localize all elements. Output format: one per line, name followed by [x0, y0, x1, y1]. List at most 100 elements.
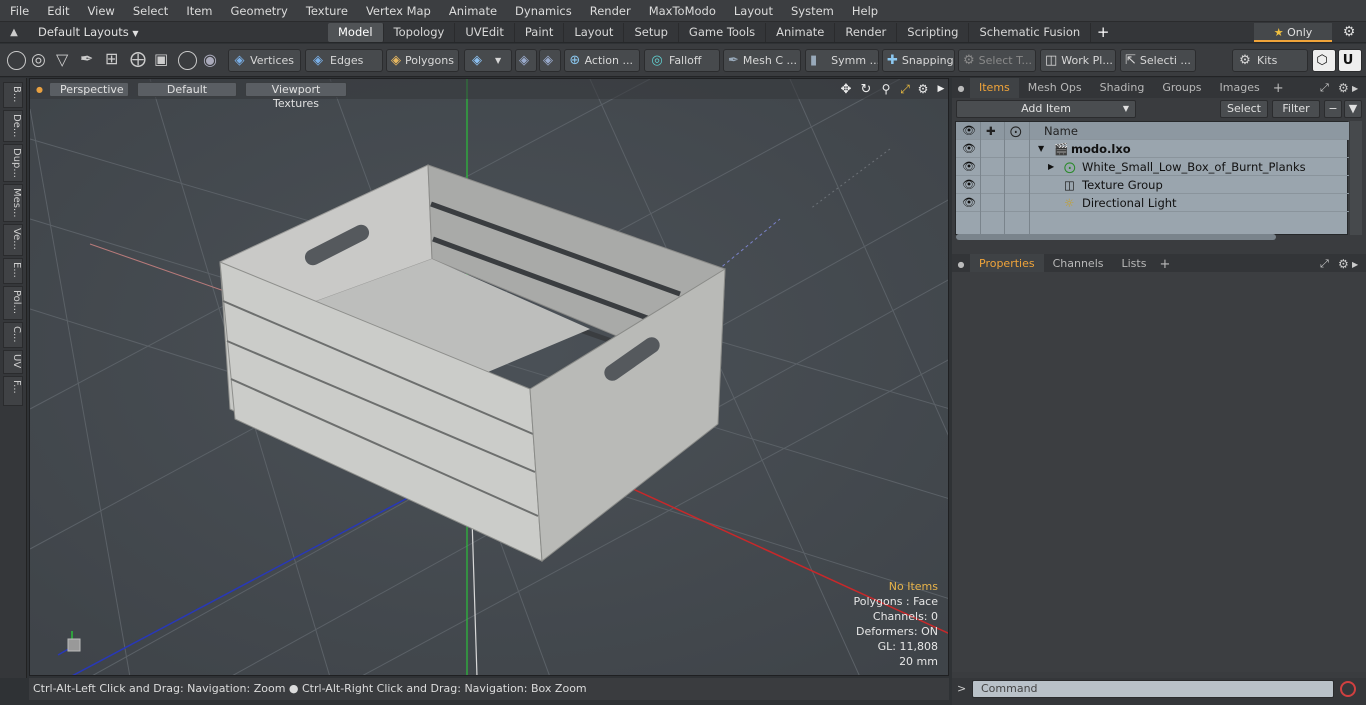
record-macro-icon[interactable]: [1340, 681, 1356, 697]
snapping-button[interactable]: ✚ Snapping: [882, 49, 955, 72]
viewport-textures-button[interactable]: Viewport Textures: [244, 81, 347, 110]
menu-file[interactable]: File: [0, 0, 38, 22]
falloff-button[interactable]: ◎ Falloff: [644, 49, 720, 72]
tab-images[interactable]: Images: [1211, 78, 1269, 98]
tab-properties[interactable]: Properties: [970, 254, 1044, 274]
tab-items[interactable]: Items: [970, 78, 1019, 98]
selection-sets-button[interactable]: ⇱ Selecti ...: [1120, 49, 1196, 72]
expand-panel-icon[interactable]: ⤢: [1320, 81, 1338, 95]
vtab-mesh-edit[interactable]: Mes...: [3, 184, 23, 222]
menu-maxtomodo[interactable]: MaxToModo: [640, 0, 725, 22]
expand-arrow-icon[interactable]: ▼: [1038, 140, 1044, 158]
tree-horizontal-scrollbar[interactable]: [956, 234, 1276, 240]
vtab-basic[interactable]: B...: [3, 82, 23, 108]
layout-up-icon[interactable]: ▲: [0, 27, 28, 38]
panel-menu-arrow-icon[interactable]: ▶: [1352, 84, 1366, 93]
tab-scripting[interactable]: Scripting: [897, 22, 970, 42]
vtab-duplicate[interactable]: Dup...: [3, 144, 23, 182]
panel-gear-icon[interactable]: ⚙: [1338, 257, 1352, 271]
add-panel-tab-icon[interactable]: +: [1269, 81, 1288, 96]
3d-viewport[interactable]: ● Perspective Default Viewport Textures …: [29, 78, 949, 676]
symmetry-toggle-icon[interactable]: ◈: [515, 49, 537, 72]
tab-topology[interactable]: Topology: [384, 22, 456, 42]
menu-item[interactable]: Item: [177, 0, 221, 22]
add-tab-icon[interactable]: +: [1091, 23, 1115, 41]
action-button[interactable]: ⊕ Action ...: [564, 49, 640, 72]
tab-model[interactable]: Model: [328, 22, 384, 42]
tab-schematic-fusion[interactable]: Schematic Fusion: [969, 22, 1092, 42]
panel-dot-icon[interactable]: ●: [952, 260, 970, 269]
tree-row-mesh[interactable]: 👁 ▶ ⨀ White_Small_Low_Box_of_Burnt_Plank…: [956, 158, 1349, 176]
tree-row-scene[interactable]: 👁 ▼ 🎬 modo.lxo: [956, 140, 1349, 158]
tab-mesh-ops[interactable]: Mesh Ops: [1019, 78, 1091, 98]
menu-view[interactable]: View: [79, 0, 124, 22]
mesh-constraint-button[interactable]: ✒ Mesh C ...: [723, 49, 801, 72]
tab-groups[interactable]: Groups: [1153, 78, 1210, 98]
visibility-eye-icon[interactable]: 👁: [962, 158, 976, 176]
menu-animate[interactable]: Animate: [440, 0, 506, 22]
viewport-dot-icon[interactable]: ●: [36, 85, 43, 94]
action-center-icon[interactable]: ⨁: [130, 49, 146, 68]
menu-layout[interactable]: Layout: [725, 0, 782, 22]
filter-button[interactable]: Filter: [1272, 100, 1320, 118]
menu-texture[interactable]: Texture: [297, 0, 357, 22]
panel-menu-arrow-icon[interactable]: ▶: [1352, 260, 1366, 269]
tab-animate[interactable]: Animate: [766, 22, 836, 42]
command-input[interactable]: Command: [972, 680, 1334, 698]
menu-help[interactable]: Help: [843, 0, 887, 22]
rotate-view-icon[interactable]: ↻: [856, 82, 876, 97]
zoom-view-icon[interactable]: ⚲: [876, 82, 896, 96]
move-view-icon[interactable]: ✥: [836, 82, 856, 97]
visibility-eye-icon[interactable]: 👁: [962, 194, 976, 212]
panel-dot-icon[interactable]: ●: [952, 84, 970, 93]
add-item-dropdown[interactable]: Add Item ▼: [956, 100, 1136, 118]
tab-uvedit[interactable]: UVEdit: [455, 22, 515, 42]
material-mode-dropdown[interactable]: ◈ ▼: [464, 49, 512, 72]
tab-render[interactable]: Render: [835, 22, 898, 42]
tree-row-light[interactable]: 👁 ☼ Directional Light: [956, 194, 1349, 212]
vertices-button[interactable]: ◈ Vertices: [228, 49, 301, 72]
vtab-curve[interactable]: C...: [3, 322, 23, 348]
unity-icon[interactable]: ⬡: [1312, 49, 1336, 72]
tab-paint[interactable]: Paint: [515, 22, 565, 42]
tab-lists[interactable]: Lists: [1113, 254, 1156, 274]
element-icon[interactable]: ▣: [154, 50, 168, 68]
viewport-menu-arrow-icon[interactable]: ▶: [932, 84, 948, 94]
tree-row-texture-group[interactable]: 👁 ◫ Texture Group: [956, 176, 1349, 194]
tab-layout[interactable]: Layout: [564, 22, 625, 42]
unreal-icon[interactable]: U: [1338, 49, 1362, 72]
visibility-eye-icon[interactable]: 👁: [962, 176, 976, 194]
timer-icon[interactable]: [178, 51, 197, 70]
snap-toggle-icon[interactable]: ◈: [539, 49, 561, 72]
collapse-icon[interactable]: −: [1324, 100, 1342, 118]
brush-icon[interactable]: ✒: [80, 49, 93, 68]
view-perspective-button[interactable]: Perspective: [48, 81, 129, 97]
expand-arrow-icon[interactable]: ▶: [1048, 158, 1054, 176]
vtab-fusion[interactable]: F...: [3, 376, 23, 406]
menu-system[interactable]: System: [782, 0, 843, 22]
menu-edit[interactable]: Edit: [38, 0, 78, 22]
vtab-uv[interactable]: UV: [3, 350, 23, 374]
layout-selector[interactable]: Default Layouts ▼: [28, 25, 328, 39]
polygons-button[interactable]: ◈ Polygons: [386, 49, 459, 72]
globe-icon[interactable]: ◎: [31, 50, 46, 70]
item-mode-icon[interactable]: ◉: [203, 50, 217, 69]
shading-default-button[interactable]: Default: [136, 81, 237, 97]
select-through-button[interactable]: ⚙ Select T...: [958, 49, 1036, 72]
tab-game-tools[interactable]: Game Tools: [679, 22, 767, 42]
add-panel-tab-icon[interactable]: +: [1155, 257, 1174, 272]
tab-setup[interactable]: Setup: [624, 22, 679, 42]
vtab-vertex[interactable]: Ve...: [3, 224, 23, 256]
menu-select[interactable]: Select: [124, 0, 177, 22]
tab-shading[interactable]: Shading: [1091, 78, 1154, 98]
viewport-gear-icon[interactable]: ⚙: [914, 82, 932, 96]
tree-vertical-scrollbar[interactable]: [1350, 121, 1362, 235]
menu-render[interactable]: Render: [581, 0, 640, 22]
gear-icon[interactable]: ⚙: [1332, 24, 1366, 40]
select-button[interactable]: Select: [1220, 100, 1268, 118]
only-toggle[interactable]: ★ Only: [1254, 22, 1332, 42]
select-circle-icon[interactable]: [7, 51, 26, 70]
menu-vertex-map[interactable]: Vertex Map: [357, 0, 440, 22]
expand-panel-icon[interactable]: ⤢: [1320, 257, 1338, 271]
vtab-polygon[interactable]: Pol...: [3, 286, 23, 320]
